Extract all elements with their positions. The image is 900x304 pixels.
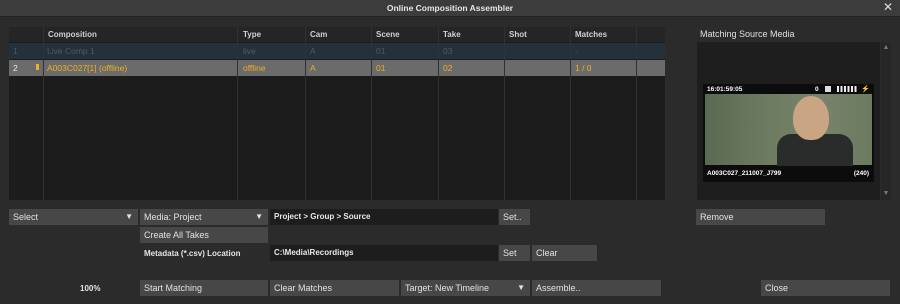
target-label: Target: New Timeline — [405, 283, 490, 293]
column-divider — [570, 27, 571, 200]
preview-scrollbar[interactable]: ▲ ▼ — [881, 42, 891, 200]
metadata-path-field[interactable]: C:\Media\Recordings — [270, 245, 498, 261]
cell-type: offline — [243, 63, 266, 73]
timecode: 16:01:59:05 — [707, 86, 743, 93]
clear-matches-button[interactable]: Clear Matches — [270, 280, 399, 296]
dropdown-arrow-icon: ▼ — [517, 283, 525, 292]
close-icon[interactable]: ✕ — [882, 1, 894, 14]
cell-composition: Live Comp 1 — [47, 46, 95, 56]
cell-cam: A — [310, 46, 316, 56]
col-matches[interactable]: Matches — [575, 30, 607, 39]
col-cam[interactable]: Cam — [310, 30, 327, 39]
figure-head — [793, 96, 829, 140]
col-composition[interactable]: Composition — [48, 30, 97, 39]
close-button[interactable]: Close — [761, 280, 890, 296]
metadata-label: Metadata (*.csv) Location — [144, 249, 241, 258]
col-shot[interactable]: Shot — [509, 30, 527, 39]
cell-cam: A — [310, 63, 316, 73]
table-header: Composition Type Cam Scene Take Shot Mat… — [9, 27, 665, 42]
column-divider — [636, 27, 637, 200]
composition-table: Composition Type Cam Scene Take Shot Mat… — [9, 27, 665, 200]
row-number: 2 — [13, 63, 18, 73]
col-take[interactable]: Take — [443, 30, 461, 39]
select-dropdown[interactable]: Select ▼ — [9, 209, 138, 225]
dropdown-arrow-icon: ▼ — [255, 212, 263, 221]
channel-count: 0 — [815, 86, 819, 93]
column-divider — [43, 27, 44, 200]
cell-matches: 1 / 0 — [575, 63, 592, 73]
scroll-up-icon[interactable]: ▲ — [882, 44, 890, 52]
assemble-button[interactable]: Assemble.. — [532, 280, 661, 296]
offline-flag-icon — [36, 64, 39, 70]
set-media-button[interactable]: Set.. — [499, 209, 530, 225]
window-title: Online Composition Assembler — [386, 3, 514, 13]
target-dropdown[interactable]: Target: New Timeline ▼ — [401, 280, 530, 296]
remove-button[interactable]: Remove — [696, 209, 825, 225]
clip-name: A003C027_211007_J799 — [707, 170, 782, 177]
col-type[interactable]: Type — [243, 30, 261, 39]
scroll-down-icon[interactable]: ▼ — [882, 190, 890, 198]
clear-metadata-button[interactable]: Clear — [532, 245, 597, 261]
create-all-takes-button[interactable]: Create All Takes — [140, 227, 268, 243]
dropdown-arrow-icon: ▼ — [125, 212, 133, 221]
column-divider — [438, 27, 439, 200]
clip-duration: (240) — [853, 170, 869, 177]
preview-title: Matching Source Media — [700, 29, 795, 39]
select-label: Select — [13, 212, 39, 222]
col-scene[interactable]: Scene — [376, 30, 400, 39]
set-metadata-button[interactable]: Set — [499, 245, 530, 261]
flash-icon: ⚡ — [861, 86, 870, 93]
cell-scene: 01 — [376, 63, 386, 73]
cell-take: 03 — [443, 46, 453, 56]
row-number: 1 — [13, 46, 18, 56]
cell-matches: - — [575, 46, 578, 56]
media-path-field[interactable]: Project > Group > Source — [270, 209, 498, 225]
source-thumbnail[interactable]: 16:01:59:05 0 ⚡ A003C027_211007_J799 (24… — [703, 84, 874, 182]
table-row[interactable]: 1 Live Comp 1 live A 01 03 - — [9, 43, 665, 59]
cell-take: 02 — [443, 63, 453, 73]
column-divider — [371, 27, 372, 200]
column-divider — [504, 27, 505, 200]
media-dropdown[interactable]: Media: Project ▼ — [140, 209, 268, 225]
zoom-level: 100% — [80, 284, 101, 293]
thumbnail-image — [705, 94, 872, 166]
cell-composition: A003C027[1] (offline) — [47, 63, 128, 73]
cell-type: live — [243, 46, 256, 56]
speaker-icon — [825, 86, 831, 92]
audio-meter-icon — [837, 86, 857, 92]
start-matching-button[interactable]: Start Matching — [140, 280, 268, 296]
media-label: Media: Project — [144, 212, 202, 222]
column-divider — [305, 27, 306, 200]
title-bar: Online Composition Assembler ✕ — [0, 0, 900, 17]
column-divider — [237, 27, 238, 200]
cell-scene: 01 — [376, 46, 386, 56]
table-row[interactable]: 2 A003C027[1] (offline) offline A 01 02 … — [9, 60, 665, 76]
